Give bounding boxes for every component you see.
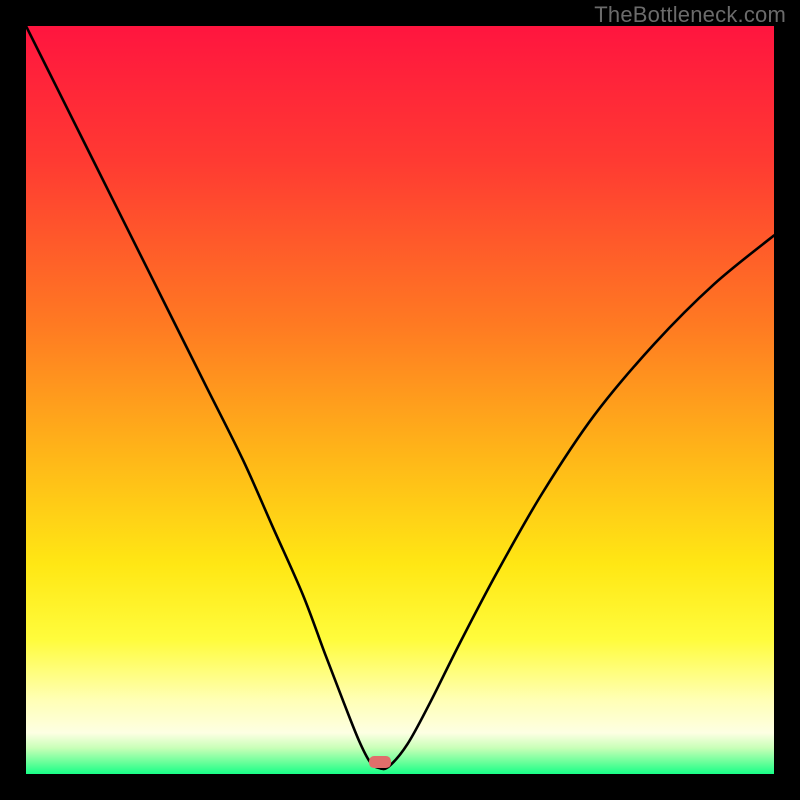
chart-root: TheBottleneck.com — [0, 0, 800, 800]
gradient-background — [26, 26, 774, 774]
plot-svg — [26, 26, 774, 774]
optimal-marker — [369, 756, 391, 768]
plot-area — [26, 26, 774, 774]
watermark-label: TheBottleneck.com — [594, 2, 786, 28]
